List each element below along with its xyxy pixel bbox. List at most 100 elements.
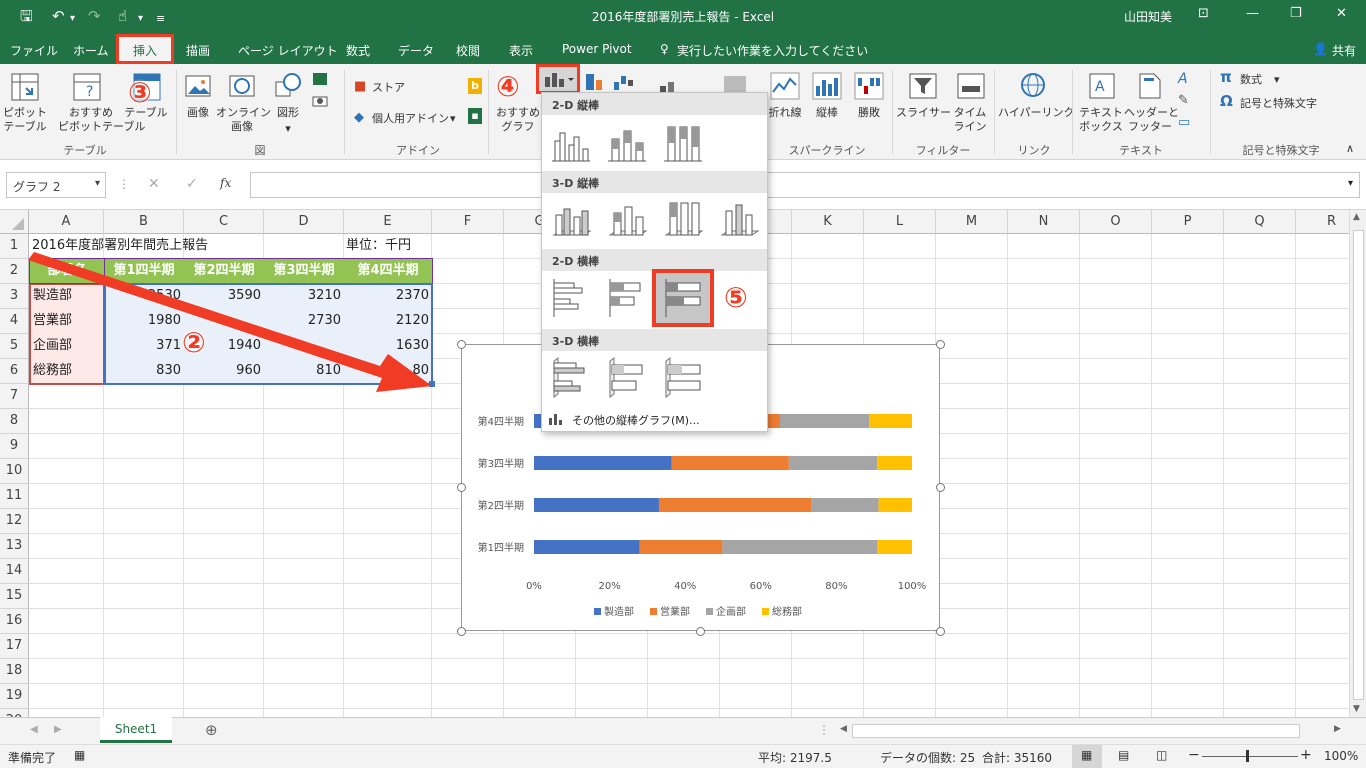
sparkline-winloss-icon[interactable]	[854, 72, 884, 100]
legend-swatch[interactable]	[762, 608, 769, 615]
sparkline-line-button[interactable]: 折れ線	[764, 106, 806, 120]
page-break-view-icon[interactable]: ◫	[1156, 748, 1167, 762]
scroll-down-icon[interactable]: ▼	[1353, 704, 1360, 714]
online-picture-icon[interactable]	[228, 72, 256, 100]
bar-segment[interactable]	[878, 498, 912, 512]
vertical-scrollbar[interactable]: ▲ ▼	[1349, 210, 1366, 717]
bar-segment[interactable]	[877, 540, 912, 554]
picture-button[interactable]: 画像	[180, 106, 216, 120]
row-header-16[interactable]: 16	[0, 609, 29, 634]
tell-me-icon[interactable]: ♀	[660, 42, 669, 56]
clustered-column-icon[interactable]	[550, 123, 592, 165]
column-chart-dropdown-button[interactable]	[536, 64, 580, 94]
stacked-bar-icon[interactable]	[606, 277, 648, 319]
legend-swatch[interactable]	[650, 608, 657, 615]
tab-insert[interactable]: 挿入	[116, 34, 174, 64]
bar-segment[interactable]	[639, 540, 723, 554]
scroll-left-icon[interactable]: ◀	[840, 724, 847, 734]
chart-resize-handle[interactable]	[936, 340, 945, 349]
tab-data[interactable]: データ	[398, 42, 434, 59]
tab-split-grip-icon[interactable]: ⋮	[818, 723, 830, 737]
people-graph-icon[interactable]: ▪	[468, 108, 482, 124]
tab-page-layout[interactable]: ページ レイアウト	[238, 42, 338, 59]
omega-icon[interactable]: Ω	[1220, 94, 1233, 109]
3d-clustered-bar-icon[interactable]	[550, 357, 592, 399]
stacked-column-icon[interactable]	[606, 123, 648, 165]
store-button[interactable]: ストア	[372, 81, 405, 95]
column-header-e[interactable]: E	[344, 210, 432, 234]
zoom-out-icon[interactable]: −	[1188, 747, 1200, 763]
row-header-20[interactable]: 20	[0, 709, 29, 717]
chart-resize-handle[interactable]	[936, 483, 945, 492]
column-header-k[interactable]: K	[792, 210, 864, 234]
tab-home[interactable]: ホーム	[73, 42, 109, 59]
row-header-14[interactable]: 14	[0, 559, 29, 584]
timeline-button[interactable]: タイム ライン	[950, 106, 990, 134]
3d-stacked-column-icon[interactable]	[606, 199, 648, 241]
more-column-charts-item[interactable]: その他の縦棒グラフ(M)...	[542, 407, 767, 431]
page-layout-view-icon[interactable]: ▤	[1118, 748, 1129, 762]
bar-segment[interactable]	[658, 498, 812, 512]
cancel-icon[interactable]: ✕	[148, 176, 160, 192]
column-header-f[interactable]: F	[432, 210, 504, 234]
slicer-icon[interactable]	[908, 72, 938, 100]
formula-input[interactable]: ▾	[250, 172, 1360, 198]
tab-formulas[interactable]: 数式	[346, 42, 370, 59]
clustered-bar-icon[interactable]	[550, 277, 592, 319]
select-all-button[interactable]	[0, 210, 29, 234]
pivot-table-icon[interactable]	[10, 72, 40, 102]
row-header-15[interactable]: 15	[0, 584, 29, 609]
column-header-o[interactable]: O	[1080, 210, 1152, 234]
header-footer-icon[interactable]	[1136, 72, 1164, 100]
normal-view-button[interactable]: ▦	[1072, 745, 1102, 768]
bar-segment[interactable]	[779, 414, 870, 428]
smartart-icon[interactable]	[312, 72, 328, 86]
zoom-slider[interactable]	[1202, 756, 1298, 757]
zoom-in-icon[interactable]: +	[1300, 747, 1312, 763]
scroll-up-icon[interactable]: ▲	[1353, 212, 1360, 222]
status-sum[interactable]: 合計: 35160	[982, 749, 1052, 766]
picture-icon[interactable]	[184, 72, 212, 100]
textbox-icon[interactable]: A	[1088, 72, 1116, 100]
column-header-d[interactable]: D	[264, 210, 344, 234]
hyperlink-button[interactable]: ハイパーリンク	[998, 106, 1075, 120]
my-addins-icon[interactable]: ◆	[354, 111, 364, 125]
collapse-ribbon-icon[interactable]: ∧	[1346, 142, 1354, 156]
tab-file[interactable]: ファイル	[10, 42, 58, 59]
prev-sheet-icon[interactable]: ◀	[30, 724, 38, 735]
column-header-l[interactable]: L	[864, 210, 936, 234]
hierarchy-chart-icon[interactable]	[584, 70, 610, 92]
my-addins-dropdown-icon[interactable]: ▾	[450, 112, 456, 126]
column-header-c[interactable]: C	[184, 210, 264, 234]
textbox-button[interactable]: テキスト ボックス	[1076, 106, 1126, 134]
bar-segment[interactable]	[877, 456, 912, 470]
equation-button[interactable]: 数式	[1240, 73, 1262, 87]
ribbon-display-icon[interactable]: ⊡	[1198, 6, 1209, 21]
tab-view[interactable]: 表示	[509, 42, 533, 59]
column-header-b[interactable]: B	[104, 210, 184, 234]
next-sheet-icon[interactable]: ▶	[54, 724, 62, 735]
name-box-dropdown-icon[interactable]: ▾	[95, 178, 100, 189]
tab-draw[interactable]: 描画	[186, 42, 210, 59]
store-icon[interactable]: ■	[354, 80, 366, 94]
share-icon[interactable]: 👤	[1313, 42, 1328, 56]
sparkline-column-icon[interactable]	[812, 72, 842, 100]
chart-resize-handle[interactable]	[457, 483, 466, 492]
row-header-18[interactable]: 18	[0, 659, 29, 684]
zoom-slider-thumb[interactable]	[1246, 750, 1249, 762]
row-header-10[interactable]: 10	[0, 459, 29, 484]
symbol-button[interactable]: 記号と特殊文字	[1240, 97, 1317, 111]
tab-power-pivot[interactable]: Power Pivot	[562, 42, 632, 56]
pivot-table-button[interactable]: ピボット テーブル	[2, 106, 48, 134]
chart-resize-handle[interactable]	[457, 340, 466, 349]
row-header-11[interactable]: 11	[0, 484, 29, 509]
user-name[interactable]: 山田知美	[1124, 8, 1172, 25]
bar-segment[interactable]	[869, 414, 912, 428]
3d-column-icon[interactable]	[718, 199, 760, 241]
tell-me-input[interactable]: 実行したい作業を入力してください	[677, 42, 868, 59]
row-header-12[interactable]: 12	[0, 509, 29, 534]
column-header-m[interactable]: M	[936, 210, 1008, 234]
bar-segment[interactable]	[811, 498, 879, 512]
status-count[interactable]: データの個数: 25	[880, 749, 975, 766]
3d-clustered-column-icon[interactable]	[550, 199, 592, 241]
